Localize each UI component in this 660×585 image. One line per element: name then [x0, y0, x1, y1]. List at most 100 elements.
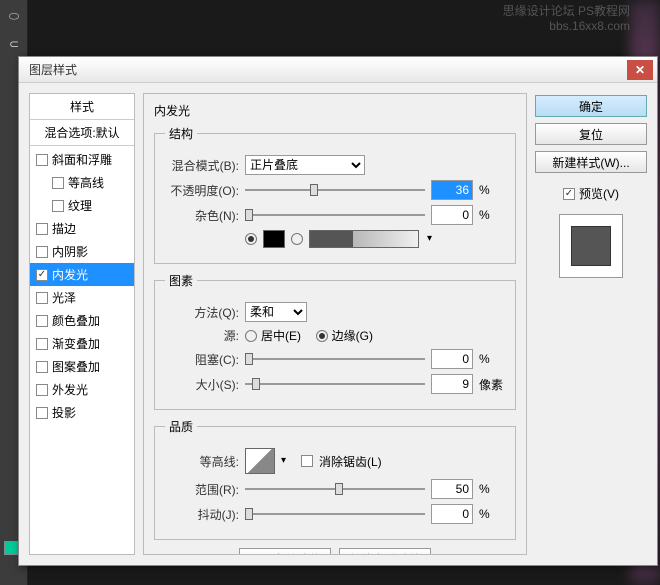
technique-label: 方法(Q): — [165, 304, 239, 321]
color-radio[interactable] — [245, 233, 257, 245]
styles-panel: 样式 混合选项:默认 斜面和浮雕等高线纹理描边内阴影内发光光泽颜色叠加渐变叠加图… — [29, 93, 135, 555]
elements-group: 图素 方法(Q): 柔和 源: 居中(E) 边缘(G) — [154, 272, 516, 410]
blend-mode-select[interactable]: 正片叠底 — [245, 155, 365, 175]
size-slider[interactable] — [245, 376, 425, 392]
style-checkbox[interactable] — [52, 177, 64, 189]
size-label: 大小(S): — [165, 376, 239, 393]
range-label: 范围(R): — [165, 481, 239, 498]
preview-label[interactable]: 预览(V) — [579, 185, 619, 202]
style-item-3[interactable]: 描边 — [30, 217, 134, 240]
styles-header[interactable]: 样式 — [30, 94, 134, 120]
style-item-9[interactable]: 图案叠加 — [30, 355, 134, 378]
style-item-5[interactable]: 内发光 — [30, 263, 134, 286]
style-label: 光泽 — [52, 289, 76, 306]
source-edge-radio[interactable] — [316, 330, 328, 342]
color-swatch-black[interactable] — [263, 230, 285, 248]
watermark-line1: 思缘设计论坛 PS教程网 — [503, 2, 630, 19]
jitter-slider[interactable] — [245, 506, 425, 522]
noise-input[interactable] — [431, 205, 473, 225]
source-edge-label[interactable]: 边缘(G) — [332, 327, 373, 344]
style-item-8[interactable]: 渐变叠加 — [30, 332, 134, 355]
style-item-2[interactable]: 纹理 — [30, 194, 134, 217]
new-style-button[interactable]: 新建样式(W)... — [535, 151, 647, 173]
style-checkbox[interactable] — [36, 246, 48, 258]
style-checkbox[interactable] — [36, 407, 48, 419]
style-item-10[interactable]: 外发光 — [30, 378, 134, 401]
tool-icon-lasso[interactable]: ⊂ — [2, 32, 26, 56]
source-center-radio[interactable] — [245, 330, 257, 342]
style-item-7[interactable]: 颜色叠加 — [30, 309, 134, 332]
opacity-slider[interactable] — [245, 182, 425, 198]
dialog-body: 样式 混合选项:默认 斜面和浮雕等高线纹理描边内阴影内发光光泽颜色叠加渐变叠加图… — [19, 83, 657, 565]
style-checkbox[interactable] — [36, 154, 48, 166]
style-label: 纹理 — [68, 197, 92, 214]
blend-mode-label: 混合模式(B): — [165, 157, 239, 174]
preview-thumb — [571, 226, 611, 266]
style-checkbox[interactable] — [36, 269, 48, 281]
choke-input[interactable] — [431, 349, 473, 369]
size-input[interactable] — [431, 374, 473, 394]
dialog-title: 图层样式 — [23, 61, 627, 78]
structure-group: 结构 混合模式(B): 正片叠底 不透明度(O): % 杂色(N): % — [154, 125, 516, 264]
watermark-line2: bbs.16xx8.com — [503, 19, 630, 33]
close-button[interactable]: ✕ — [627, 60, 653, 80]
style-item-4[interactable]: 内阴影 — [30, 240, 134, 263]
style-label: 投影 — [52, 404, 76, 421]
panel-title: 内发光 — [154, 102, 516, 119]
gradient-swatch[interactable] — [309, 230, 419, 248]
style-checkbox[interactable] — [36, 384, 48, 396]
quality-group: 品质 等高线: 消除锯齿(L) 范围(R): % 抖动(J): — [154, 418, 516, 540]
reset-default-button[interactable]: 复位为默认值 — [339, 548, 431, 555]
style-item-6[interactable]: 光泽 — [30, 286, 134, 309]
style-checkbox[interactable] — [52, 200, 64, 212]
choke-label: 阻塞(C): — [165, 351, 239, 368]
jitter-input[interactable] — [431, 504, 473, 524]
style-item-11[interactable]: 投影 — [30, 401, 134, 424]
elements-legend: 图素 — [165, 272, 197, 289]
jitter-unit: % — [479, 507, 505, 521]
noise-slider[interactable] — [245, 207, 425, 223]
antialias-label[interactable]: 消除锯齿(L) — [319, 453, 382, 470]
style-label: 内发光 — [52, 266, 88, 283]
opacity-input[interactable] — [431, 180, 473, 200]
technique-select[interactable]: 柔和 — [245, 302, 307, 322]
source-center-label[interactable]: 居中(E) — [261, 327, 301, 344]
ok-button[interactable]: 确定 — [535, 95, 647, 117]
style-checkbox[interactable] — [36, 338, 48, 350]
style-label: 外发光 — [52, 381, 88, 398]
range-slider[interactable] — [245, 481, 425, 497]
styles-subheader[interactable]: 混合选项:默认 — [30, 120, 134, 146]
style-item-0[interactable]: 斜面和浮雕 — [30, 148, 134, 171]
right-panel: 确定 复位 新建样式(W)... 预览(V) — [535, 93, 647, 555]
noise-label: 杂色(N): — [165, 207, 239, 224]
make-default-button[interactable]: 设置为默认值 — [239, 548, 331, 555]
style-checkbox[interactable] — [36, 361, 48, 373]
preview-checkbox[interactable] — [563, 188, 575, 200]
range-input[interactable] — [431, 479, 473, 499]
style-label: 等高线 — [68, 174, 104, 191]
watermark: 思缘设计论坛 PS教程网 bbs.16xx8.com — [503, 2, 630, 33]
titlebar[interactable]: 图层样式 ✕ — [19, 57, 657, 83]
style-label: 颜色叠加 — [52, 312, 100, 329]
style-checkbox[interactable] — [36, 223, 48, 235]
source-label: 源: — [165, 327, 239, 344]
quality-legend: 品质 — [165, 418, 197, 435]
style-checkbox[interactable] — [36, 292, 48, 304]
gradient-radio[interactable] — [291, 233, 303, 245]
antialias-checkbox[interactable] — [301, 455, 313, 467]
settings-panel: 内发光 结构 混合模式(B): 正片叠底 不透明度(O): % 杂色(N): — [143, 93, 527, 555]
style-label: 描边 — [52, 220, 76, 237]
style-checkbox[interactable] — [36, 315, 48, 327]
cancel-button[interactable]: 复位 — [535, 123, 647, 145]
style-label: 斜面和浮雕 — [52, 151, 112, 168]
preview-box — [559, 214, 623, 278]
choke-slider[interactable] — [245, 351, 425, 367]
layer-style-dialog: 图层样式 ✕ 样式 混合选项:默认 斜面和浮雕等高线纹理描边内阴影内发光光泽颜色… — [18, 56, 658, 566]
style-label: 渐变叠加 — [52, 335, 100, 352]
contour-swatch[interactable] — [245, 448, 275, 474]
style-item-1[interactable]: 等高线 — [30, 171, 134, 194]
style-label: 内阴影 — [52, 243, 88, 260]
range-unit: % — [479, 482, 505, 496]
styles-list: 斜面和浮雕等高线纹理描边内阴影内发光光泽颜色叠加渐变叠加图案叠加外发光投影 — [30, 146, 134, 426]
tool-icon-quickselect[interactable]: ⬭ — [2, 4, 26, 28]
